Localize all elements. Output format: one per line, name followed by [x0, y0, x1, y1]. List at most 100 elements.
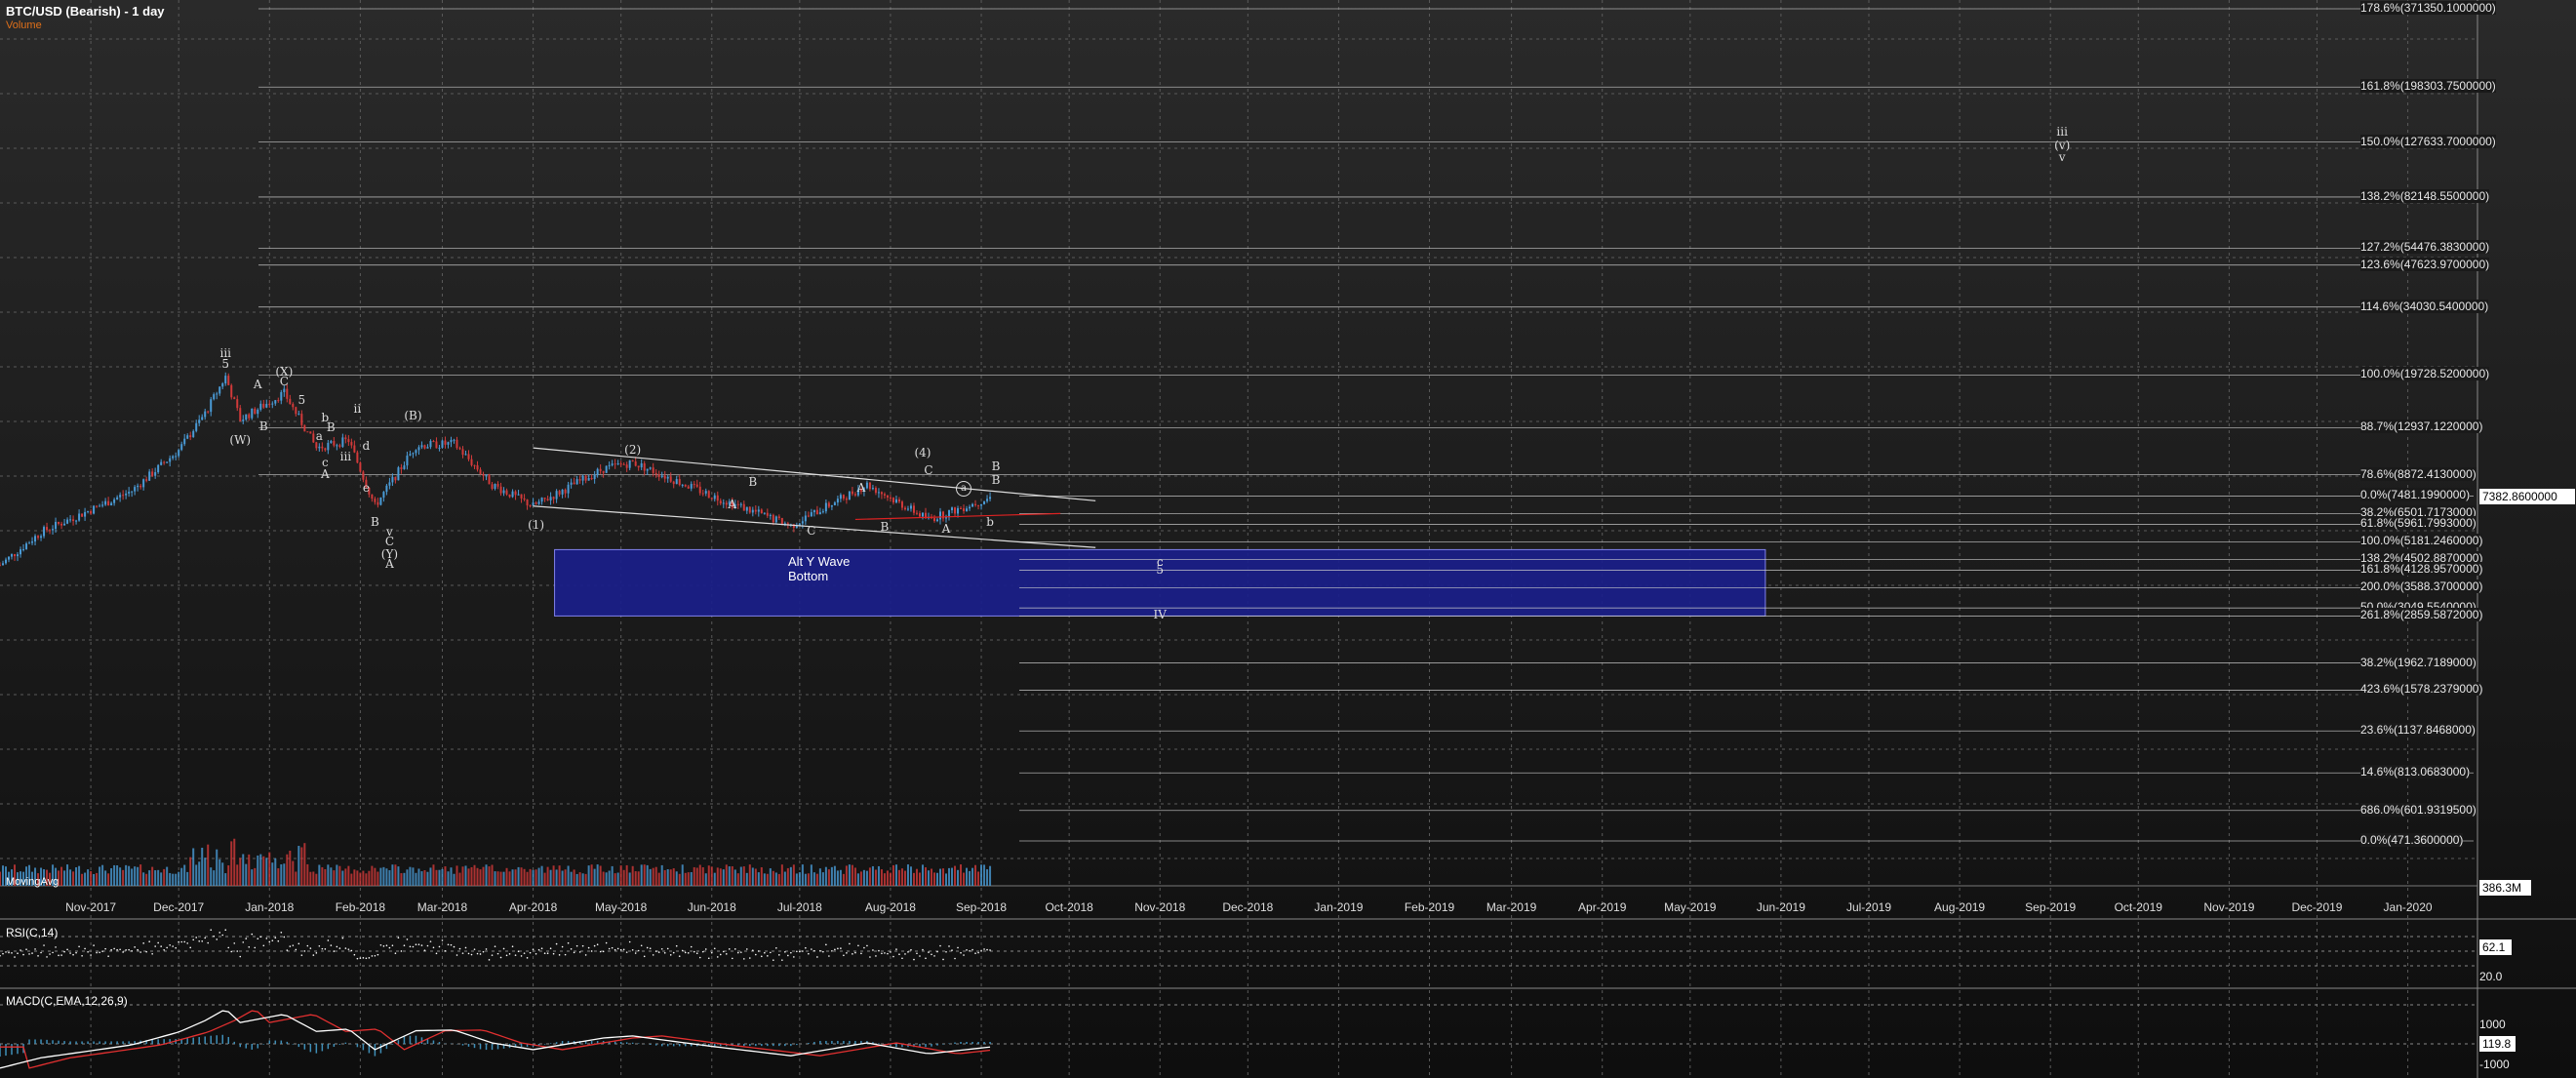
candle-body: [362, 471, 365, 480]
candle-body: [713, 495, 716, 499]
candle-body: [774, 516, 777, 523]
candle-body: [248, 414, 251, 419]
x-tick-Dec-2017: Dec-2017: [153, 900, 205, 914]
rsi-point: [681, 949, 684, 952]
candle-body: [939, 511, 942, 520]
fib-label-15: 161.8%(4128.9570000): [2360, 562, 2483, 577]
candle-body: [262, 403, 265, 408]
candle-body: [707, 491, 710, 499]
candle-body: [951, 507, 954, 511]
rsi-point: [172, 945, 174, 947]
volume-bar: [502, 871, 505, 886]
volume-bar: [227, 865, 230, 886]
rsi-point: [881, 952, 883, 955]
x-tick-Apr-2018: Apr-2018: [508, 900, 558, 914]
volume-bar: [877, 865, 880, 886]
candle-body: [254, 408, 257, 415]
rsi-point: [616, 947, 619, 950]
volume-bar: [309, 871, 312, 886]
candle-body: [312, 433, 315, 443]
rsi-point: [31, 952, 33, 954]
volume-bar: [704, 873, 707, 886]
candle-body: [172, 456, 175, 459]
rsi-point: [40, 951, 42, 954]
volume-bar: [122, 869, 125, 886]
rsi-point: [242, 941, 245, 943]
candle-body: [687, 486, 690, 489]
volume-bar: [763, 873, 766, 886]
candle-body: [842, 495, 845, 499]
rsi-point: [878, 949, 880, 952]
rsi-point: [625, 951, 628, 953]
rsi-point: [555, 942, 558, 945]
volume-bar: [470, 866, 473, 886]
volume-bar: [757, 872, 760, 886]
candle-body: [804, 515, 807, 522]
volume-bar: [406, 869, 409, 886]
candle-body: [839, 495, 842, 499]
rsi-point: [84, 947, 86, 950]
candle-body: [736, 503, 739, 505]
rsi-point: [966, 949, 968, 951]
rsi-point: [230, 950, 233, 953]
volume-bar: [148, 870, 151, 886]
rsi-point: [333, 950, 336, 952]
rsi-point: [397, 937, 400, 939]
candle-body: [25, 543, 28, 549]
candle-body: [479, 469, 482, 474]
rsi-point: [736, 951, 739, 954]
volume-bar: [157, 869, 160, 886]
volume-bar: [239, 858, 242, 886]
rsi-point: [479, 953, 482, 955]
candle-body: [848, 491, 851, 500]
candle-body: [801, 521, 804, 524]
rsi-point: [898, 953, 900, 956]
rsi-point: [698, 956, 701, 959]
candle-body: [175, 456, 178, 458]
candle-body: [760, 509, 763, 514]
candle-body: [716, 495, 719, 501]
x-tick-Jan-2020: Jan-2020: [2383, 900, 2433, 914]
candle-body: [101, 504, 104, 506]
candle-body: [877, 492, 880, 494]
volume-bar: [514, 869, 517, 886]
rsi-point: [535, 952, 537, 955]
volume-bar: [660, 864, 663, 886]
rsi-point: [139, 951, 141, 953]
x-tick-Feb-2018: Feb-2018: [335, 900, 386, 914]
volume-bar: [435, 869, 438, 886]
volume-bar: [906, 864, 909, 886]
rsi-point: [722, 950, 725, 953]
rsi-point: [415, 943, 417, 946]
rsi-point: [101, 950, 103, 952]
volume-bar: [382, 866, 385, 886]
candle-body: [87, 510, 90, 512]
volume-bar: [338, 865, 341, 886]
candle-body: [625, 464, 628, 468]
volume-bar: [842, 873, 845, 886]
volume-bar: [552, 865, 555, 886]
rsi-point: [960, 951, 962, 954]
candle-body: [932, 518, 935, 522]
volume-bar: [871, 865, 874, 886]
macd-line: [0, 1010, 991, 1069]
volume-bar: [707, 865, 710, 886]
x-tick-Jun-2018: Jun-2018: [687, 900, 736, 914]
volume-bar: [966, 867, 969, 886]
volume-bar: [605, 872, 608, 886]
candle-body: [283, 388, 286, 392]
volume-bar: [575, 873, 578, 886]
volume-bar: [216, 849, 218, 886]
rsi-point: [787, 954, 789, 957]
candle-body: [280, 391, 283, 401]
candle-body: [514, 491, 517, 496]
volume-bar: [701, 867, 704, 886]
volume-bar: [590, 864, 593, 886]
volume-bar: [300, 847, 303, 886]
rsi-point: [286, 949, 289, 951]
rsi-point: [672, 951, 675, 954]
wave-label-13: ii: [353, 402, 362, 417]
candle-body: [195, 422, 198, 431]
candle-body: [812, 509, 815, 513]
candle-body: [324, 448, 327, 451]
